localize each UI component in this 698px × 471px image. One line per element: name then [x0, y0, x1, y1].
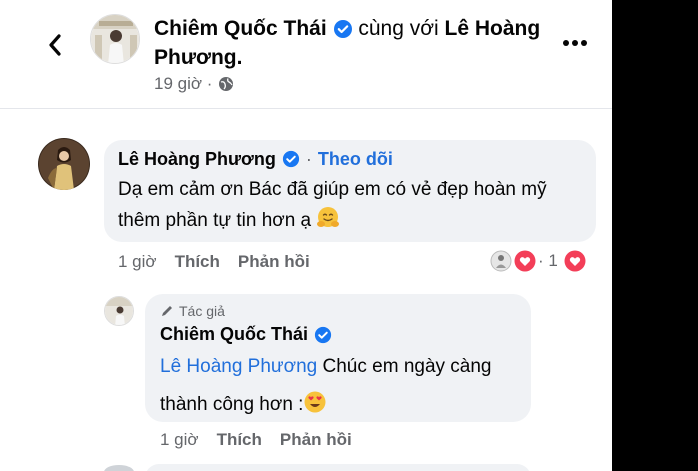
author-badge: Tác giả: [160, 303, 225, 319]
next-reply-bubble: [145, 464, 531, 471]
reaction-count: · 1: [538, 251, 558, 270]
more-dots-icon: [563, 40, 587, 46]
reply-reply-button[interactable]: Phản hồi: [280, 430, 352, 450]
tagged-name-part2[interactable]: Phương.: [154, 44, 242, 72]
tagged-name-part1[interactable]: Lê Hoàng: [445, 17, 541, 40]
reply-actions: 1 giờ Thích Phản hồi: [160, 430, 352, 450]
reply-header: Chiêm Quốc Thái: [160, 324, 332, 345]
reply-body-line2: thành công hơn :: [160, 394, 304, 415]
more-options-button[interactable]: [558, 28, 592, 58]
reply-time[interactable]: 1 giờ: [160, 430, 199, 450]
chevron-left-icon: [49, 34, 61, 56]
with-text: cùng với: [358, 17, 439, 40]
author-badge-label: Tác giả: [179, 303, 225, 319]
like-button[interactable]: Thích: [175, 252, 220, 272]
post-header: Chiêm Quốc Thái cùng với Lê Hoàng Phương…: [0, 0, 612, 110]
comment-actions: 1 giờ Thích Phản hồi: [118, 252, 310, 272]
next-reply-avatar: [104, 465, 134, 471]
post-comments-screen: Chiêm Quốc Thái cùng với Lê Hoàng Phương…: [0, 0, 698, 471]
mention-link[interactable]: Lê Hoàng Phương: [160, 356, 317, 377]
reactor-avatar-icon: [490, 250, 512, 272]
reply-button[interactable]: Phản hồi: [238, 252, 310, 272]
reply-body-line1: Chúc em ngày càng: [322, 356, 492, 377]
verified-badge-icon: [333, 20, 352, 39]
globe-icon: [219, 77, 234, 91]
back-button[interactable]: [40, 30, 70, 60]
commenter-avatar[interactable]: [38, 138, 90, 190]
verified-badge-icon: [282, 150, 299, 168]
commenter-name[interactable]: Lê Hoàng Phương: [118, 147, 276, 171]
heart-icon: [514, 250, 536, 272]
follow-button[interactable]: Theo dõi: [318, 147, 393, 171]
hugging-face-emoji-icon: [317, 207, 340, 227]
author-avatar[interactable]: [90, 14, 140, 64]
comment-header: Lê Hoàng Phương · Theo dõi: [118, 147, 393, 171]
comment-time[interactable]: 1 giờ: [118, 252, 157, 272]
verified-badge-icon: [314, 326, 332, 343]
reply-text: Lê Hoàng Phương Chúc em ngày càng thành …: [160, 348, 524, 424]
reply-like-button[interactable]: Thích: [217, 430, 262, 450]
reply-author-avatar[interactable]: [104, 296, 134, 326]
heart-eyes-emoji-icon: [304, 391, 326, 413]
comment-text: Dạ em cảm ơn Bác đã giúp em có vẻ đẹp ho…: [118, 174, 588, 236]
screen-edge-bar: [612, 0, 698, 471]
separator-dot: ·: [305, 149, 312, 169]
post-meta: 19 giờ ·: [154, 74, 234, 94]
post-author-line: Chiêm Quốc Thái cùng với Lê Hoàng: [154, 15, 540, 43]
reactions-summary[interactable]: · 1: [490, 250, 586, 272]
reply-author-name[interactable]: Chiêm Quốc Thái: [160, 324, 308, 345]
post-author-name[interactable]: Chiêm Quốc Thái: [154, 17, 327, 40]
pencil-icon: [162, 306, 172, 316]
post-time[interactable]: 19 giờ ·: [154, 74, 212, 94]
header-divider: [0, 108, 612, 109]
heart-icon: [564, 250, 586, 272]
